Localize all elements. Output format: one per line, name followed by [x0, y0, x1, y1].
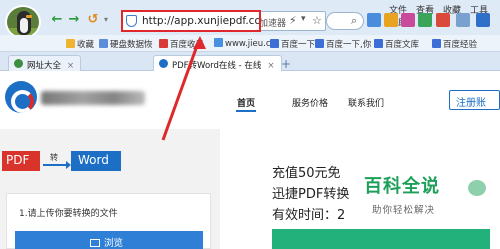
settings-icon[interactable] [476, 13, 490, 27]
word-badge: Word [71, 151, 121, 171]
nav-home[interactable]: 首页 [237, 96, 255, 109]
globe-icon [14, 59, 23, 68]
forward-icon[interactable]: → [67, 13, 81, 27]
browse-button[interactable]: 浏览 [15, 231, 203, 249]
promo-line-2: 迅捷PDF转换 [272, 187, 350, 202]
nav-pricing[interactable]: 服务价格 [292, 96, 328, 109]
pdf-badge: PDF [2, 151, 40, 171]
blurred-site-name [41, 91, 145, 105]
refresh-icon[interactable]: ↺ [86, 13, 100, 27]
search-box[interactable]: ⌕ [326, 12, 364, 30]
promo-line-3: 有效时间：2 [272, 208, 346, 223]
bookmark-item[interactable]: 百度文库 [374, 38, 419, 50]
tab-pdf-converter[interactable]: PDF转Word在线 - 在线 × [153, 55, 282, 71]
watermark-subtitle: 助你轻松解决 [372, 205, 436, 216]
convert-label: 转 [50, 153, 58, 162]
tab-bar: 网址大全 × PDF转Word在线 - 在线 × + [0, 52, 500, 71]
bookmark-item[interactable]: 硬盘数据恢 [99, 38, 153, 50]
star-icon[interactable]: ☆ [312, 14, 322, 27]
nav-contact[interactable]: 联系我们 [348, 96, 384, 109]
upload-icon [90, 239, 100, 247]
paw-icon [432, 39, 441, 48]
bookmark-item[interactable]: 百度收录 [159, 38, 204, 50]
paw-icon [270, 39, 279, 48]
promo-banner[interactable] [272, 229, 490, 249]
lightning-icon[interactable]: ⚡ [289, 14, 297, 27]
page-icon [214, 38, 223, 47]
tab-home[interactable]: 网址大全 × [8, 55, 82, 71]
site-icon [159, 59, 168, 68]
bookmarks-bar: 收藏 硬盘数据恢 百度收录 www.jieu.c 百度一下 百度一下,你 百度文… [0, 35, 500, 52]
nav-active-indicator [236, 110, 256, 112]
avatar[interactable] [5, 5, 41, 39]
bookmark-item[interactable]: www.jieu.c [214, 38, 271, 49]
accelerator-label[interactable]: 加速器 [259, 16, 286, 29]
promo-line-1: 充值50元免 [272, 166, 341, 181]
mail-icon[interactable] [436, 13, 450, 27]
arrow-right-icon [43, 161, 71, 169]
register-button[interactable]: 注册账 [449, 90, 500, 110]
watermark: 百科全说 助你轻松解决 [354, 172, 500, 222]
cloud-icon[interactable] [456, 13, 470, 27]
paw-icon [468, 180, 486, 196]
refresh-dropdown-icon[interactable]: ▾ [99, 13, 113, 27]
paw-icon [315, 39, 324, 48]
bookmark-favorites[interactable]: 收藏 [66, 38, 94, 50]
store-icon[interactable] [401, 13, 415, 27]
folder-icon [159, 39, 168, 48]
app-icon[interactable] [384, 13, 398, 27]
bookmark-item[interactable]: 百度一下,你 [315, 38, 371, 50]
close-icon[interactable]: × [267, 61, 274, 71]
paw-icon [374, 39, 383, 48]
star-icon [66, 39, 75, 48]
new-tab-button[interactable]: + [281, 57, 291, 71]
close-icon[interactable]: × [67, 61, 74, 71]
watermark-title: 百科全说 [364, 176, 440, 197]
upload-card: 1.请上传你要转换的文件 浏览 [6, 193, 211, 249]
url-highlight-box [121, 10, 261, 32]
extension-icon[interactable] [367, 13, 381, 27]
game-icon[interactable] [418, 13, 432, 27]
dropdown-arrow-icon[interactable]: ▾ [301, 14, 306, 24]
upload-step-label: 1.请上传你要转换的文件 [19, 209, 118, 219]
bookmark-item[interactable]: 百度经验 [432, 38, 477, 50]
site-logo[interactable] [5, 81, 37, 113]
bookmark-item[interactable]: 百度一下 [270, 38, 315, 50]
search-icon[interactable]: ⌕ [351, 14, 357, 28]
back-icon[interactable]: ← [50, 13, 64, 27]
folder-icon [99, 39, 108, 48]
